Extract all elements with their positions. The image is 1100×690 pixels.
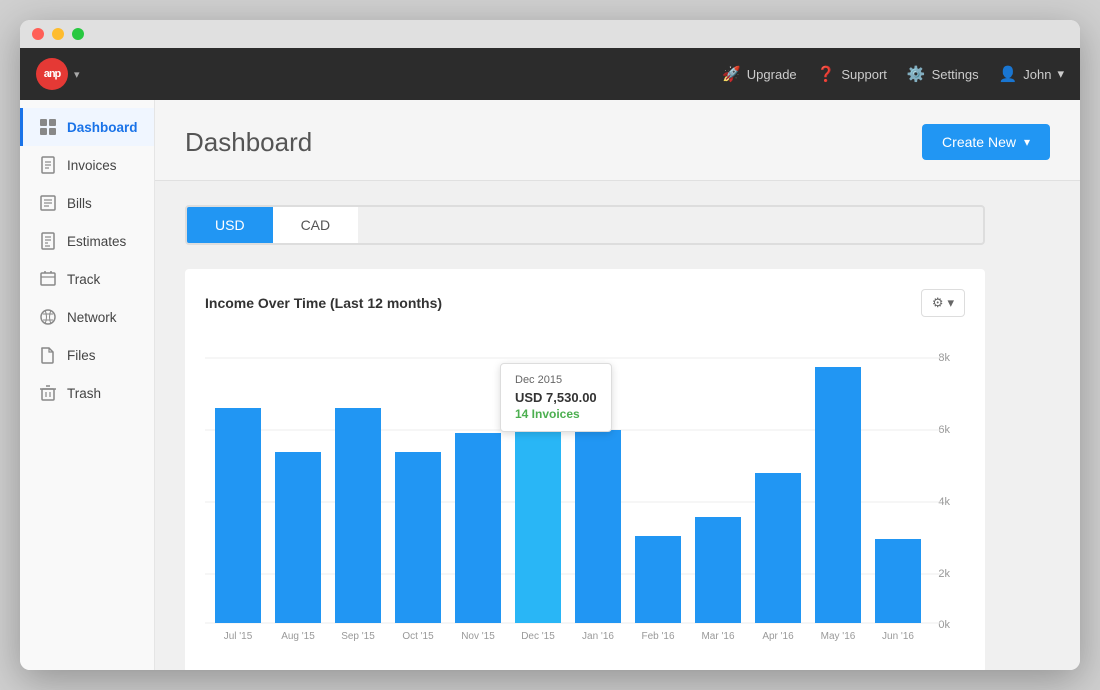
sidebar-item-track[interactable]: Track [20,260,154,298]
chart-container: 8k 6k 4k 2k 0k [205,333,965,653]
svg-text:Apr '16: Apr '16 [762,631,794,642]
bar-aug15 [275,452,321,623]
bar-may16 [815,367,861,623]
support-label: Support [841,67,887,82]
svg-text:Oct '15: Oct '15 [402,631,434,642]
chart-title: Income Over Time (Last 12 months) [205,295,442,311]
bar-feb16 [635,536,681,623]
page-title: Dashboard [185,127,312,158]
bar-chart: 8k 6k 4k 2k 0k [205,333,965,653]
network-icon [39,308,57,326]
user-dropdown-icon: ▾ [1057,66,1064,82]
upgrade-label: Upgrade [747,67,797,82]
bar-mar16 [695,517,741,623]
sidebar-item-label: Track [67,272,100,287]
settings-label: Settings [932,67,979,82]
bar-sep15 [335,408,381,623]
sidebar-item-label: Trash [67,386,101,401]
app-window: anp ▾ 🚀 Upgrade ❓ Support ⚙️ Settings 👤 … [20,20,1080,670]
settings-icon: ⚙ [932,295,944,311]
logo[interactable]: anp [36,58,68,90]
bar-jul15 [215,408,261,623]
chevron-down-icon: ▾ [1024,135,1030,149]
sidebar-item-dashboard[interactable]: Dashboard [20,108,154,146]
sidebar-item-label: Bills [67,196,92,211]
sidebar-item-network[interactable]: Network [20,298,154,336]
sidebar-item-bills[interactable]: Bills [20,184,154,222]
create-new-label: Create New [942,134,1016,150]
nav-actions: 🚀 Upgrade ❓ Support ⚙️ Settings 👤 John ▾ [722,65,1064,83]
sidebar-item-label: Files [67,348,96,363]
svg-text:2k: 2k [938,568,950,580]
sidebar-item-label: Network [67,310,117,325]
svg-text:Sep '15: Sep '15 [341,631,375,642]
sidebar-item-files[interactable]: Files [20,336,154,374]
track-icon [39,270,57,288]
settings-dropdown-icon: ▾ [947,295,954,311]
bar-nov15 [455,433,501,623]
sidebar-item-estimates[interactable]: Estimates [20,222,154,260]
gear-icon: ⚙️ [907,65,926,83]
sidebar: Dashboard Invoices Bills Estimates Track Netw… [20,100,155,670]
logo-dropdown-icon[interactable]: ▾ [74,68,80,81]
support-button[interactable]: ❓ Support [817,65,887,83]
bar-jan16 [575,430,621,623]
main-area: Dashboard Create New ▾ USD CAD Income Ov… [155,100,1080,670]
svg-text:Jul '15: Jul '15 [224,631,253,642]
chart-header: Income Over Time (Last 12 months) ⚙ ▾ [205,289,965,317]
estimate-icon [39,232,57,250]
sidebar-item-invoices[interactable]: Invoices [20,146,154,184]
svg-text:Feb '16: Feb '16 [641,631,674,642]
sidebar-item-label: Invoices [67,158,117,173]
create-new-button[interactable]: Create New ▾ [922,124,1050,160]
invoice-icon [39,156,57,174]
files-icon [39,346,57,364]
minimize-dot[interactable] [52,28,64,40]
app-body: Dashboard Invoices Bills Estimates Track Netw… [20,100,1080,670]
upgrade-button[interactable]: 🚀 Upgrade [722,65,797,83]
bar-jun16 [875,539,921,623]
svg-text:4k: 4k [938,496,950,508]
bar-oct15 [395,452,441,623]
svg-text:Nov '15: Nov '15 [461,631,495,642]
chart-settings-button[interactable]: ⚙ ▾ [921,289,965,317]
bar-apr16 [755,473,801,623]
chart-section: Income Over Time (Last 12 months) ⚙ ▾ 8k… [185,269,985,670]
user-menu[interactable]: 👤 John ▾ [999,65,1064,83]
tab-cad[interactable]: CAD [273,207,359,243]
titlebar [20,20,1080,48]
svg-text:0k: 0k [938,619,950,631]
main-content: USD CAD Income Over Time (Last 12 months… [155,181,1080,670]
svg-text:6k: 6k [938,424,950,436]
svg-text:8k: 8k [938,352,950,364]
trash-icon [39,384,57,402]
tab-usd[interactable]: USD [187,207,273,243]
dashboard-icon [39,118,57,136]
sidebar-item-label: Estimates [67,234,126,249]
top-nav: anp ▾ 🚀 Upgrade ❓ Support ⚙️ Settings 👤 … [20,48,1080,100]
question-icon: ❓ [817,65,836,83]
sidebar-item-label: Dashboard [67,120,138,135]
sidebar-item-trash[interactable]: Trash [20,374,154,412]
svg-text:Aug '15: Aug '15 [281,631,315,642]
rocket-icon: 🚀 [722,65,741,83]
bill-icon [39,194,57,212]
svg-text:Mar '16: Mar '16 [701,631,734,642]
main-header: Dashboard Create New ▾ [155,100,1080,181]
svg-text:May '16: May '16 [821,631,856,642]
svg-text:Jun '16: Jun '16 [882,631,914,642]
settings-button[interactable]: ⚙️ Settings [907,65,979,83]
maximize-dot[interactable] [72,28,84,40]
bar-dec15 [515,388,561,623]
user-icon: 👤 [999,65,1018,83]
user-name: John [1023,67,1051,82]
svg-text:Jan '16: Jan '16 [582,631,614,642]
svg-text:Dec '15: Dec '15 [521,631,555,642]
currency-tabs: USD CAD [185,205,985,245]
close-dot[interactable] [32,28,44,40]
